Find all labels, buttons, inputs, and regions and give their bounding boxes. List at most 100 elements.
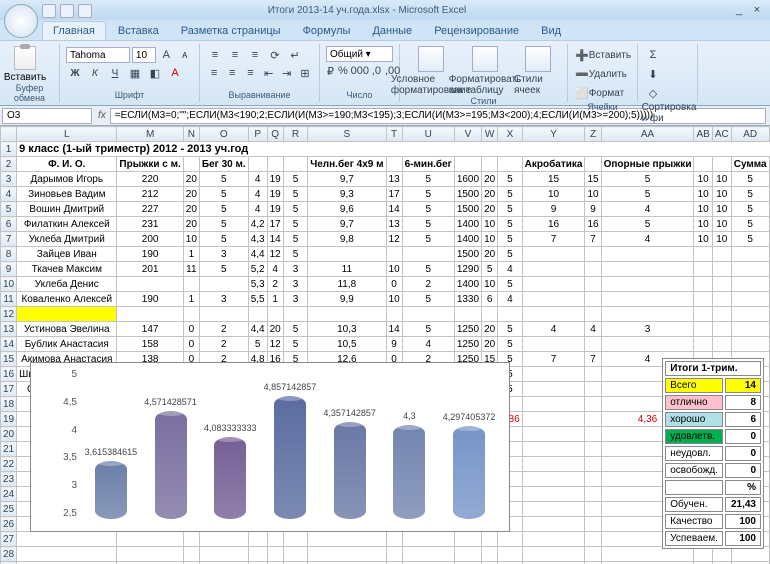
data-cell[interactable]: 1500 (454, 187, 481, 202)
fill-color-icon[interactable]: ◧ (146, 64, 164, 82)
data-cell[interactable]: 4,4 (248, 322, 267, 337)
data-cell[interactable] (585, 367, 601, 382)
col-header[interactable] (1, 127, 17, 142)
data-cell[interactable]: 15 (522, 172, 585, 187)
data-cell[interactable]: 5,3 (248, 277, 267, 292)
name-cell[interactable]: Уклеба Денис (17, 277, 117, 292)
data-cell[interactable]: 9,7 (308, 217, 386, 232)
data-cell[interactable]: 9,6 (308, 202, 386, 217)
header-cell[interactable] (248, 157, 267, 172)
data-cell[interactable] (183, 277, 199, 292)
data-cell[interactable] (712, 262, 731, 277)
data-cell[interactable]: 2 (402, 277, 454, 292)
fx-icon[interactable]: fx (94, 110, 110, 121)
data-cell[interactable]: 190 (117, 247, 183, 262)
data-cell[interactable] (386, 247, 402, 262)
name-cell[interactable]: Бублик Анастасия (17, 337, 117, 352)
header-cell[interactable]: Бег 30 м. (199, 157, 248, 172)
data-cell[interactable]: 11,8 (308, 277, 386, 292)
data-cell[interactable]: 5 (199, 172, 248, 187)
header-cell[interactable]: 6-мин.бег (402, 157, 454, 172)
tab-1[interactable]: Вставка (108, 22, 169, 40)
inc-decimal-icon[interactable]: ,0 (371, 62, 382, 80)
sheet-title[interactable]: 9 класс (1-ый триместр) 2012 - 2013 уч.г… (17, 142, 770, 157)
align-right-icon[interactable]: ≡ (242, 64, 258, 82)
name-cell[interactable]: Дарымов Игорь (17, 172, 117, 187)
underline-icon[interactable]: Ч (106, 64, 124, 82)
data-cell[interactable]: 7 (522, 232, 585, 247)
align-bottom-icon[interactable]: ≡ (246, 46, 264, 64)
insert-cells-button[interactable]: ➕ Вставить (574, 46, 636, 64)
data-cell[interactable]: 5 (402, 232, 454, 247)
data-cell[interactable]: 5 (601, 217, 694, 232)
data-cell[interactable] (694, 337, 712, 352)
data-cell[interactable]: 5 (402, 217, 454, 232)
data-cell[interactable]: 1400 (454, 277, 481, 292)
data-cell[interactable]: 12 (267, 337, 283, 352)
data-cell[interactable] (585, 292, 601, 307)
data-cell[interactable]: 5 (283, 247, 307, 262)
data-cell[interactable]: 5 (199, 187, 248, 202)
data-cell[interactable]: 10 (712, 232, 731, 247)
data-cell[interactable]: 5 (498, 187, 522, 202)
data-cell[interactable] (585, 247, 601, 262)
data-cell[interactable]: 10 (712, 187, 731, 202)
data-cell[interactable] (694, 307, 712, 322)
italic-icon[interactable]: К (86, 64, 104, 82)
percent-icon[interactable]: % (337, 62, 349, 80)
data-cell[interactable]: 10 (386, 262, 402, 277)
data-cell[interactable]: 4 (522, 322, 585, 337)
data-cell[interactable]: 10 (712, 217, 731, 232)
data-cell[interactable]: 1400 (454, 232, 481, 247)
minimize-icon[interactable]: _ (730, 1, 748, 19)
data-cell[interactable]: 2 (199, 337, 248, 352)
data-cell[interactable]: 5 (731, 202, 769, 217)
data-cell[interactable]: 5 (283, 187, 307, 202)
data-cell[interactable] (712, 307, 731, 322)
col-header[interactable]: O (199, 127, 248, 142)
clear-icon[interactable]: ◇ (644, 84, 662, 102)
data-cell[interactable]: 4 (267, 262, 283, 277)
name-cell[interactable]: Филаткин Алексей (17, 217, 117, 232)
header-cell[interactable] (712, 157, 731, 172)
data-cell[interactable]: 7 (585, 352, 601, 367)
col-header[interactable]: AD (731, 127, 769, 142)
undo-icon[interactable] (60, 4, 74, 18)
header-cell[interactable] (694, 157, 712, 172)
data-cell[interactable]: 7 (522, 352, 585, 367)
data-cell[interactable]: 0 (183, 337, 199, 352)
data-cell[interactable]: 1 (183, 247, 199, 262)
col-header[interactable]: AC (712, 127, 731, 142)
data-cell[interactable] (248, 307, 267, 322)
data-cell[interactable] (601, 277, 694, 292)
name-box[interactable] (2, 108, 92, 124)
data-cell[interactable]: 5 (402, 292, 454, 307)
col-header[interactable]: P (248, 127, 267, 142)
col-header[interactable]: L (17, 127, 117, 142)
align-top-icon[interactable]: ≡ (206, 46, 224, 64)
data-cell[interactable]: 147 (117, 322, 183, 337)
data-cell[interactable]: 4 (248, 202, 267, 217)
name-cell[interactable]: Коваленко Алексей (17, 292, 117, 307)
data-cell[interactable]: 19 (267, 202, 283, 217)
data-cell[interactable]: 5 (283, 337, 307, 352)
data-cell[interactable]: 1500 (454, 202, 481, 217)
data-cell[interactable]: 4 (585, 322, 601, 337)
col-header[interactable]: X (498, 127, 522, 142)
data-cell[interactable] (601, 292, 694, 307)
data-cell[interactable] (712, 277, 731, 292)
data-cell[interactable]: 5 (402, 172, 454, 187)
data-cell[interactable] (386, 307, 402, 322)
tab-0[interactable]: Главная (42, 21, 106, 40)
header-cell[interactable]: Сумма (731, 157, 769, 172)
data-cell[interactable]: 10 (183, 232, 199, 247)
data-cell[interactable]: 10 (482, 232, 498, 247)
data-cell[interactable]: 5 (402, 187, 454, 202)
data-cell[interactable]: 5 (498, 217, 522, 232)
data-cell[interactable]: 10 (694, 202, 712, 217)
paste-button[interactable]: Вставить (6, 46, 44, 83)
name-cell[interactable]: Уклеба Дмитрий (17, 232, 117, 247)
data-cell[interactable]: 2 (267, 277, 283, 292)
data-cell[interactable]: 10 (712, 172, 731, 187)
data-cell[interactable]: 3 (283, 262, 307, 277)
